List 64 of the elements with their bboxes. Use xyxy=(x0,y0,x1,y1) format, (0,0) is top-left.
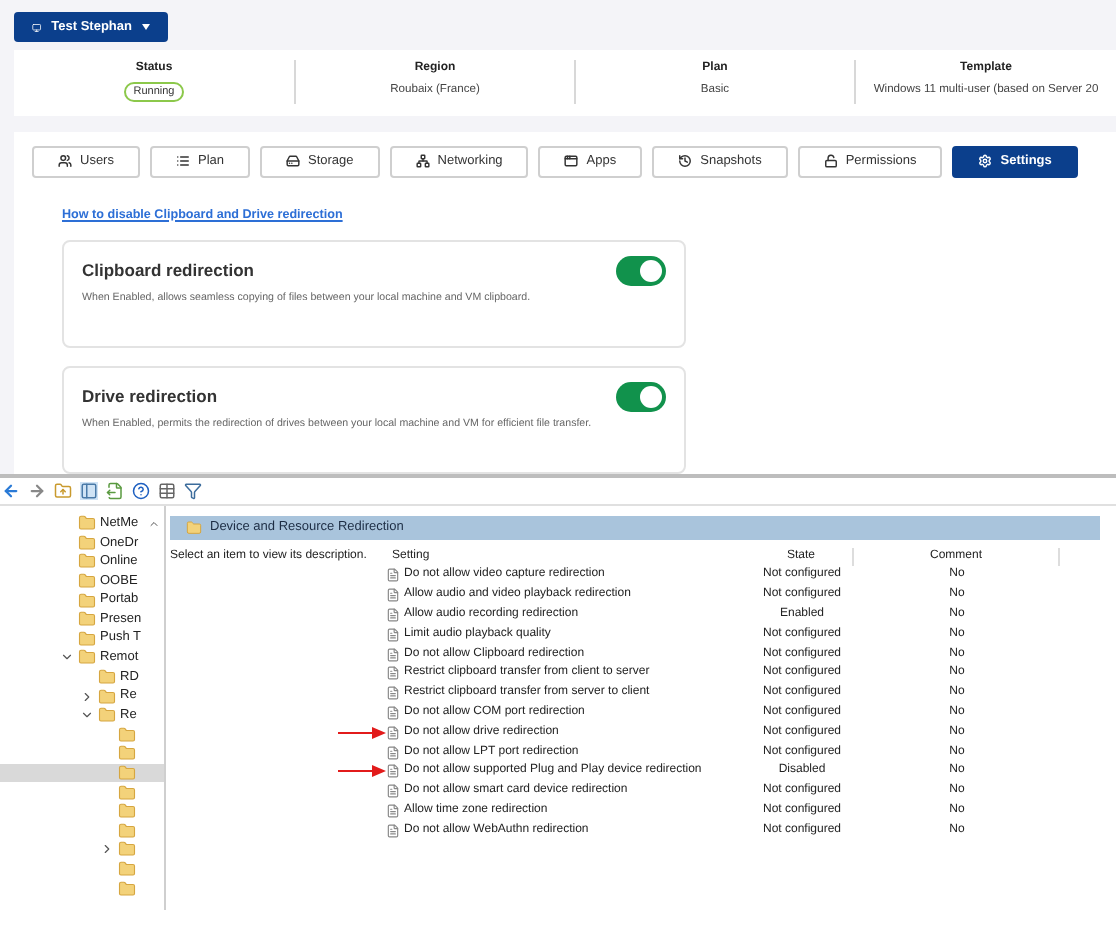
folder-icon xyxy=(118,821,136,840)
back-arrow-icon[interactable] xyxy=(2,482,20,500)
folder-icon xyxy=(118,783,136,802)
folder-icon xyxy=(78,514,96,533)
folder-icon xyxy=(186,520,202,536)
pointer-arrow-icon xyxy=(338,725,386,740)
policy-icon xyxy=(386,647,400,662)
setting-title: Drive redirection xyxy=(82,384,218,410)
list-icon xyxy=(175,154,190,169)
unlock-icon xyxy=(823,154,838,169)
folder-icon xyxy=(98,668,116,687)
folder-icon xyxy=(118,802,136,821)
setting-title: Clipboard redirection xyxy=(82,258,254,284)
policy-icon xyxy=(386,745,400,760)
expanded-chevron-icon[interactable] xyxy=(80,708,94,723)
policy-icon xyxy=(386,686,400,701)
policy-icon xyxy=(386,784,400,799)
policy-icon xyxy=(386,627,400,642)
collapsed-chevron-icon[interactable] xyxy=(100,842,114,857)
monitor-icon xyxy=(32,19,42,35)
policy-icon xyxy=(386,705,400,720)
folder-icon xyxy=(78,629,96,648)
folder-icon xyxy=(78,610,96,629)
pane-toggle-icon[interactable] xyxy=(80,482,98,500)
folder-up-icon[interactable] xyxy=(54,482,72,500)
folder-icon xyxy=(118,764,136,783)
toggle-switch[interactable] xyxy=(616,382,666,412)
folder-icon xyxy=(78,552,96,571)
folder-icon xyxy=(78,572,96,591)
help-icon[interactable] xyxy=(132,482,150,500)
policy-icon xyxy=(386,725,400,740)
folder-icon xyxy=(118,879,136,898)
folder-icon xyxy=(98,706,116,725)
toggle-switch[interactable] xyxy=(616,256,666,286)
folder-icon xyxy=(118,840,136,859)
policy-icon xyxy=(386,666,400,681)
forward-arrow-icon[interactable] xyxy=(28,482,46,500)
expanded-chevron-icon[interactable] xyxy=(60,650,74,665)
policy-icon xyxy=(386,803,400,818)
folder-icon xyxy=(98,687,116,706)
pointer-arrow-icon xyxy=(338,764,386,779)
network-icon xyxy=(415,154,430,169)
collapsed-chevron-icon[interactable] xyxy=(80,689,94,704)
policy-icon xyxy=(386,764,400,779)
caret-icon xyxy=(142,24,150,30)
policy-icon xyxy=(386,568,400,583)
folder-icon xyxy=(78,533,96,552)
policy-icon xyxy=(386,588,400,603)
settings-icon xyxy=(978,154,993,169)
export-icon[interactable] xyxy=(106,482,124,500)
folder-icon xyxy=(78,591,96,610)
policy-icon xyxy=(386,607,400,622)
folder-icon xyxy=(118,744,136,763)
users-icon xyxy=(58,154,72,169)
folder-icon xyxy=(118,725,136,744)
filter-icon[interactable] xyxy=(184,482,202,500)
policy-icon xyxy=(386,823,400,838)
folder-icon xyxy=(78,648,96,667)
window-icon xyxy=(564,154,579,169)
scroll-up-icon[interactable] xyxy=(148,518,160,530)
table-view-icon[interactable] xyxy=(158,482,176,500)
folder-icon xyxy=(118,859,136,878)
hard-drive-icon xyxy=(286,154,300,169)
history-icon xyxy=(678,154,693,169)
